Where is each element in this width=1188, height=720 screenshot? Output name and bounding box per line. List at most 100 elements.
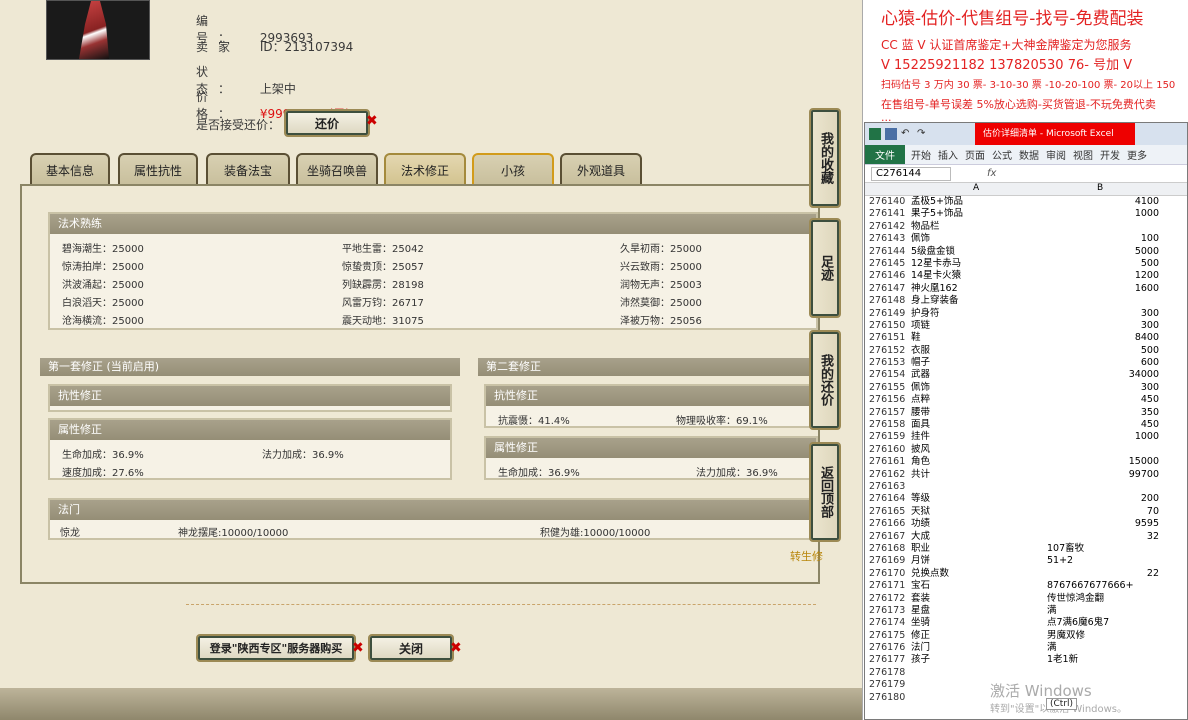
cell-a[interactable]: 腰带	[911, 407, 930, 419]
cell-a[interactable]: 修正	[911, 630, 930, 642]
footprint-button[interactable]: 足迹	[809, 218, 841, 318]
cell-b[interactable]: 350	[1047, 407, 1159, 419]
sheet-row[interactable]: 276174 坐骑 点7满6魔6鬼7	[865, 617, 1187, 629]
tab-equipment[interactable]: 装备法宝	[206, 153, 290, 185]
cell-a[interactable]: 衣服	[911, 345, 930, 357]
sheet-row[interactable]: 276148 身上穿装备	[865, 295, 1187, 307]
my-counter-offers-button[interactable]: 我的还价	[809, 330, 841, 430]
cell-a[interactable]: 护身符	[911, 308, 940, 320]
ribbon-tab[interactable]: 页面	[965, 147, 985, 162]
sheet-row[interactable]: 276163	[865, 481, 1187, 493]
ribbon-tab[interactable]: 数据	[1019, 147, 1039, 162]
cell-a[interactable]: 身上穿装备	[911, 295, 959, 307]
cell-b[interactable]: 99700	[1047, 469, 1159, 481]
sheet-row[interactable]: 276159 挂件 1000	[865, 431, 1187, 443]
cell-a[interactable]: 法门	[911, 642, 930, 654]
ribbon-tab[interactable]: 视图	[1073, 147, 1093, 162]
cell-a[interactable]: 果子5+饰品	[911, 208, 963, 220]
tab-child[interactable]: 小孩	[472, 153, 554, 185]
cell-a[interactable]: 佩饰	[911, 382, 930, 394]
cell-b[interactable]: 男魔双修	[1047, 630, 1159, 642]
ribbon-tab[interactable]: 开始	[911, 147, 931, 162]
sheet-row[interactable]: 276156 点粹 450	[865, 394, 1187, 406]
counter-offer-button[interactable]: 还价	[284, 109, 370, 137]
cell-a[interactable]: 职业	[911, 543, 930, 555]
cell-b[interactable]: 300	[1047, 382, 1159, 394]
sheet-row[interactable]: 276144 5级盘金锁 5000	[865, 246, 1187, 258]
cell-b[interactable]: 1200	[1047, 270, 1159, 282]
sheet-row[interactable]: 276158 面具 450	[865, 419, 1187, 431]
cell-a[interactable]: 鞋	[911, 332, 921, 344]
sheet-row[interactable]: 276141 果子5+饰品 1000	[865, 208, 1187, 220]
sheet-row[interactable]: 276153 帽子 600	[865, 357, 1187, 369]
cell-b[interactable]: 5000	[1047, 246, 1159, 258]
cell-a[interactable]: 大成	[911, 531, 930, 543]
cell-a[interactable]: 佩饰	[911, 233, 930, 245]
cell-b[interactable]: 22	[1047, 568, 1159, 580]
cell-b[interactable]: 70	[1047, 506, 1159, 518]
cell-a[interactable]: 14星卡火猿	[911, 270, 961, 282]
sheet-row[interactable]: 276177 孩子 1老1新	[865, 654, 1187, 666]
cell-a[interactable]: 12星卡赤马	[911, 258, 961, 270]
cell-b[interactable]: 4100	[1047, 196, 1159, 208]
back-to-top-button[interactable]: 返回顶部	[809, 442, 841, 542]
sheet-row[interactable]: 276178	[865, 667, 1187, 679]
tab-appearance[interactable]: 外观道具	[560, 153, 642, 185]
cell-b[interactable]: 1000	[1047, 431, 1159, 443]
sheet-row[interactable]: 276161 角色 15000	[865, 456, 1187, 468]
cell-b[interactable]: 1老1新	[1047, 654, 1159, 666]
sheet-row[interactable]: 276152 衣服 500	[865, 345, 1187, 357]
cell-b[interactable]: 300	[1047, 320, 1159, 332]
cell-a[interactable]: 帽子	[911, 357, 930, 369]
close-x-icon[interactable]: ✖	[450, 640, 462, 656]
cell-a[interactable]: 点粹	[911, 394, 930, 406]
cell-a[interactable]: 5级盘金锁	[911, 246, 955, 258]
sheet-row[interactable]: 276173 星盘 满	[865, 605, 1187, 617]
cell-a[interactable]: 物品栏	[911, 221, 940, 233]
login-close-icon[interactable]: ✖	[352, 640, 364, 656]
cell-b[interactable]: 51+2	[1047, 555, 1159, 567]
tab-mount-summon[interactable]: 坐骑召唤兽	[296, 153, 378, 185]
cell-a[interactable]: 等级	[911, 493, 930, 505]
ribbon-tab[interactable]: 更多	[1127, 147, 1147, 162]
sheet-row[interactable]: 276157 腰带 350	[865, 407, 1187, 419]
sheet-row[interactable]: 276176 法门 满	[865, 642, 1187, 654]
cell-a[interactable]: 角色	[911, 456, 930, 468]
cell-a[interactable]: 神火凰162	[911, 283, 958, 295]
cell-b[interactable]: 107畜牧	[1047, 543, 1159, 555]
cell-a[interactable]: 披风	[911, 444, 930, 456]
my-favorites-button[interactable]: 我的收藏	[809, 108, 841, 208]
cell-a[interactable]: 共计	[911, 469, 930, 481]
cell-b[interactable]: 9595	[1047, 518, 1159, 530]
cell-a[interactable]: 天狱	[911, 506, 930, 518]
paste-options-badge[interactable]: (Ctrl)	[1046, 698, 1078, 710]
cell-a[interactable]: 兑换点数	[911, 568, 949, 580]
cell-b[interactable]: 1000	[1047, 208, 1159, 220]
sheet-row[interactable]: 276170 兑换点数 22	[865, 568, 1187, 580]
column-b-header[interactable]: B	[1097, 183, 1103, 193]
ribbon-tab[interactable]: 开发	[1100, 147, 1120, 162]
sheet-row[interactable]: 276160 披风	[865, 444, 1187, 456]
login-server-buy-button[interactable]: 登录"陕西专区"服务器购买	[196, 634, 356, 662]
cell-a[interactable]: 星盘	[911, 605, 930, 617]
cell-b[interactable]: 100	[1047, 233, 1159, 245]
cell-b[interactable]: 8400	[1047, 332, 1159, 344]
column-a-header[interactable]: A	[973, 183, 979, 193]
cell-a[interactable]: 面具	[911, 419, 930, 431]
sheet-row[interactable]: 276164 等级 200	[865, 493, 1187, 505]
sheet-row[interactable]: 276162 共计 99700	[865, 469, 1187, 481]
cell-b[interactable]: 8767667677666+	[1047, 580, 1159, 592]
cell-a[interactable]: 项链	[911, 320, 930, 332]
sheet-row[interactable]: 276171 宝石 8767667677666+	[865, 580, 1187, 592]
cell-b[interactable]: 点7满6魔6鬼7	[1047, 617, 1159, 629]
cell-a[interactable]: 挂件	[911, 431, 930, 443]
sheet-row[interactable]: 276151 鞋 8400	[865, 332, 1187, 344]
ribbon-file-tab[interactable]: 文件	[865, 145, 905, 164]
sheet-row[interactable]: 276146 14星卡火猿 1200	[865, 270, 1187, 282]
sheet-row[interactable]: 276166 功绩 9595	[865, 518, 1187, 530]
fx-icon[interactable]: fx	[987, 168, 996, 179]
cell-a[interactable]: 孟极5+饰品	[911, 196, 963, 208]
cell-a[interactable]: 套装	[911, 593, 930, 605]
cell-a[interactable]: 月饼	[911, 555, 930, 567]
cell-b[interactable]: 满	[1047, 605, 1159, 617]
